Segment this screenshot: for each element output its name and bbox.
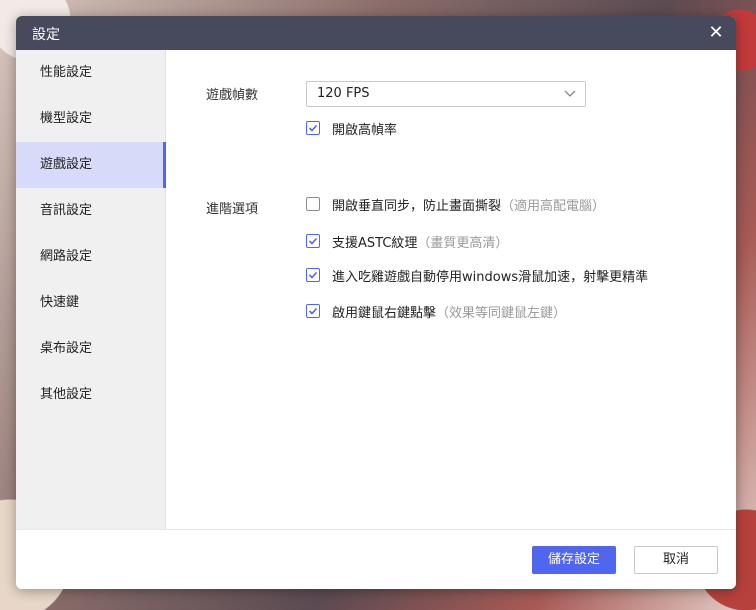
- right-click-label: 啟用鍵鼠右鍵點擊: [332, 305, 437, 321]
- vsync-checkbox[interactable]: [306, 197, 320, 211]
- mouse-accel-label: 進入吃雞遊戲自動停用windows滑鼠加速，射擊更精準: [332, 269, 649, 285]
- close-button[interactable]: ✕: [704, 21, 728, 45]
- astc-option[interactable]: 支援ASTC紋理 （畫質更高清）: [306, 232, 509, 251]
- checkmark-icon: [308, 124, 318, 132]
- settings-content: 遊戲幀數 120 FPS 開啟高幀率 進階選項 開啟垂直同步，防止畫面撕裂 （適…: [166, 50, 736, 529]
- frame-rate-value: 120 FPS: [317, 86, 370, 101]
- sidebar-item-performance[interactable]: 性能設定: [16, 50, 165, 96]
- mouse-accel-checkbox[interactable]: [306, 268, 320, 282]
- advanced-options-label: 進階選項: [206, 202, 259, 217]
- high-fps-checkbox[interactable]: [306, 121, 320, 135]
- frame-rate-select[interactable]: 120 FPS: [306, 81, 586, 107]
- checkmark-icon: [308, 237, 318, 245]
- sidebar-item-hotkeys[interactable]: 快速鍵: [16, 280, 165, 326]
- checkmark-icon: [308, 271, 318, 279]
- title-bar: 設定 ✕: [16, 16, 736, 50]
- vsync-note: （適用高配電腦）: [501, 198, 606, 214]
- close-icon: ✕: [708, 22, 724, 43]
- sidebar-item-network[interactable]: 網路設定: [16, 234, 165, 280]
- sidebar-item-audio[interactable]: 音訊設定: [16, 188, 165, 234]
- sidebar-item-device-model[interactable]: 機型設定: [16, 96, 165, 142]
- save-button[interactable]: 儲存設定: [532, 546, 616, 574]
- astc-label: 支援ASTC紋理: [332, 235, 418, 251]
- astc-checkbox[interactable]: [306, 234, 320, 248]
- sidebar-item-wallpaper[interactable]: 桌布設定: [16, 326, 165, 372]
- checkmark-icon: [308, 307, 318, 315]
- cancel-button[interactable]: 取消: [634, 546, 718, 574]
- right-click-note: （效果等同鍵鼠左鍵）: [436, 305, 567, 321]
- frame-rate-label: 遊戲幀數: [206, 88, 259, 103]
- astc-note: （畫質更高清）: [417, 235, 509, 251]
- right-click-checkbox[interactable]: [306, 304, 320, 318]
- chevron-down-icon: [564, 90, 576, 97]
- vsync-option[interactable]: 開啟垂直同步，防止畫面撕裂 （適用高配電腦）: [306, 195, 606, 214]
- sidebar-item-game[interactable]: 遊戲設定: [16, 142, 166, 188]
- right-click-option[interactable]: 啟用鍵鼠右鍵點擊 （效果等同鍵鼠左鍵）: [306, 302, 567, 321]
- vsync-label: 開啟垂直同步，防止畫面撕裂: [332, 198, 502, 214]
- high-fps-label: 開啟高幀率: [332, 122, 398, 138]
- mouse-accel-option[interactable]: 進入吃雞遊戲自動停用windows滑鼠加速，射擊更精準: [306, 266, 649, 285]
- sidebar-item-other[interactable]: 其他設定: [16, 372, 165, 418]
- sidebar: 性能設定 機型設定 遊戲設定 音訊設定 網路設定 快速鍵 桌布設定 其他設定: [16, 50, 166, 529]
- settings-dialog: 設定 ✕ 性能設定 機型設定 遊戲設定 音訊設定 網路設定 快速鍵 桌布設定 其…: [16, 16, 736, 589]
- dialog-title: 設定: [32, 27, 60, 43]
- dialog-footer: 儲存設定 取消: [16, 529, 736, 589]
- high-fps-option[interactable]: 開啟高幀率: [306, 119, 398, 138]
